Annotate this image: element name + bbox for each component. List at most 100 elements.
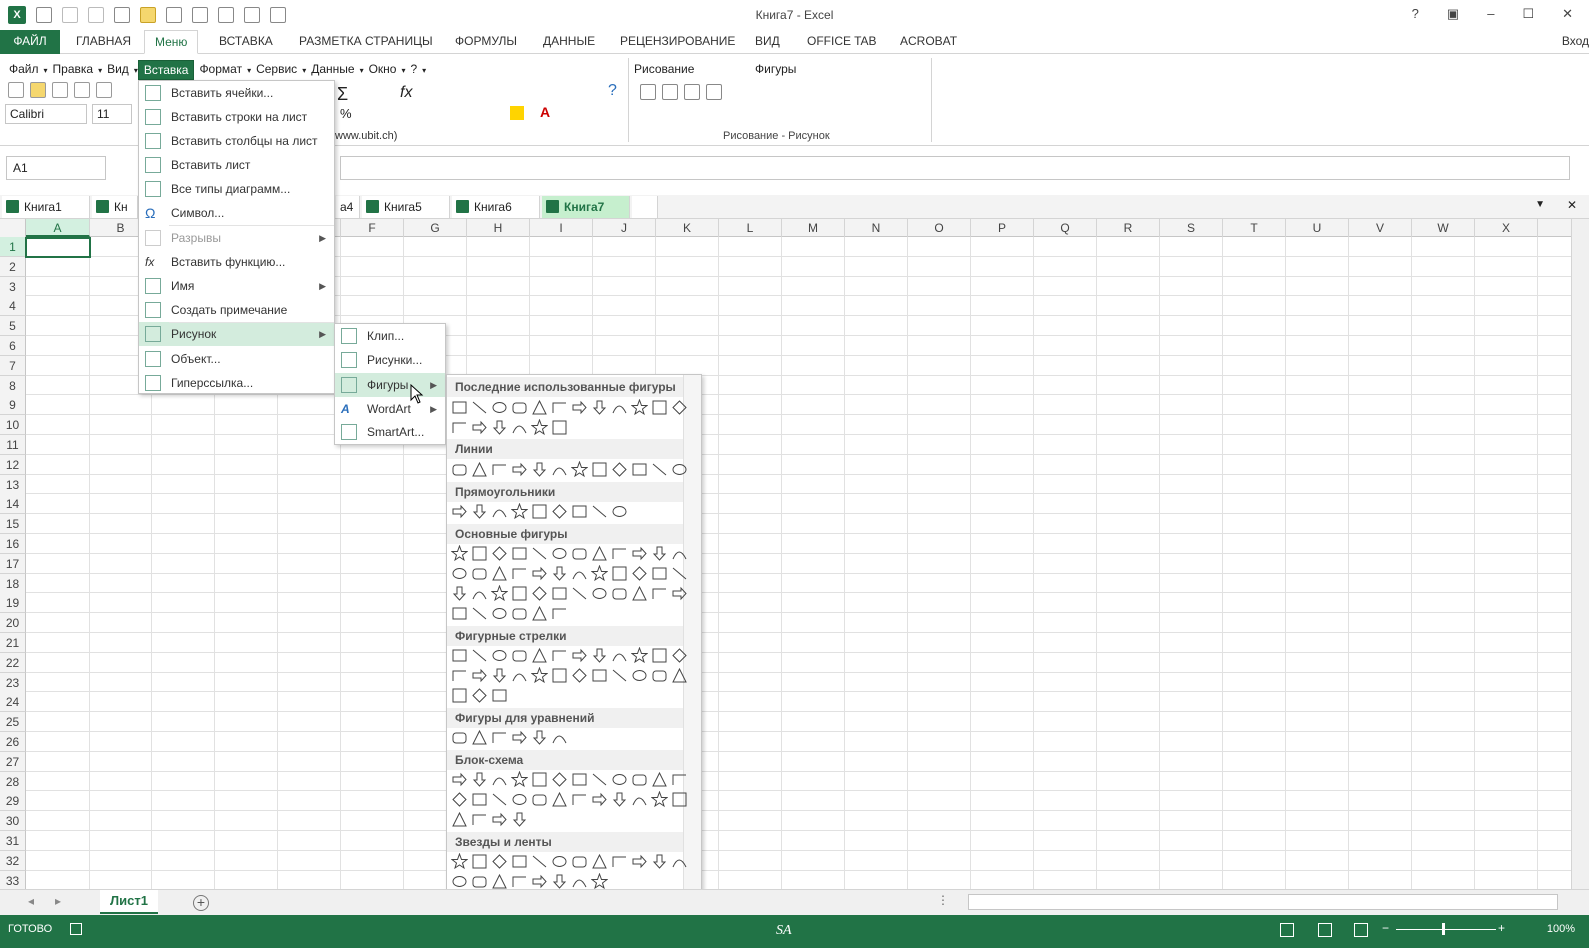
tab-review[interactable]: РЕЦЕНЗИРОВАНИЕ	[610, 30, 745, 54]
shape-option-icon[interactable]	[531, 605, 548, 622]
shape-option-icon[interactable]	[611, 667, 628, 684]
fill-color-icon[interactable]	[510, 106, 524, 120]
column-header[interactable]: T	[1223, 219, 1286, 237]
close-icon[interactable]: ✕	[1562, 6, 1573, 22]
shape-option-icon[interactable]	[571, 873, 588, 890]
tab-formulas[interactable]: ФОРМУЛЫ	[445, 30, 527, 54]
row-header[interactable]: 33	[0, 870, 26, 889]
column-header[interactable]: A	[26, 219, 90, 237]
row-header[interactable]: 10	[0, 415, 26, 436]
shape-option-icon[interactable]	[591, 503, 608, 520]
shape-option-icon[interactable]	[511, 791, 528, 808]
shape-option-icon[interactable]	[511, 419, 528, 436]
horizontal-scrollbar[interactable]	[968, 894, 1558, 910]
shape-option-icon[interactable]	[611, 461, 628, 478]
menu-edit[interactable]: Правка	[48, 60, 99, 80]
shape-option-icon[interactable]	[491, 545, 508, 562]
shape-option-icon[interactable]	[551, 873, 568, 890]
row-header[interactable]: 22	[0, 652, 26, 673]
row-header[interactable]: 30	[0, 811, 26, 832]
insert-function-item[interactable]: fx Вставить функцию...	[139, 250, 334, 274]
shape-option-icon[interactable]	[491, 687, 508, 704]
shape-option-icon[interactable]	[451, 771, 468, 788]
shape-option-icon[interactable]	[651, 853, 668, 870]
zoom-out-icon[interactable]: −	[1382, 921, 1389, 935]
autosum-icon[interactable]: Σ	[337, 84, 348, 105]
hyperlink-item[interactable]: Гиперссылка...	[139, 371, 334, 395]
shape-option-icon[interactable]	[611, 399, 628, 416]
shape-option-icon[interactable]	[651, 461, 668, 478]
shadow-tool-icon[interactable]	[706, 84, 722, 100]
zoom-level[interactable]: 100%	[1547, 923, 1575, 935]
page-layout-view-icon[interactable]	[1318, 923, 1332, 937]
shape-option-icon[interactable]	[571, 545, 588, 562]
pictures-item[interactable]: Рисунки...	[335, 348, 445, 372]
row-header[interactable]: 5	[0, 316, 26, 337]
shape-option-icon[interactable]	[511, 605, 528, 622]
save-small-icon[interactable]	[52, 82, 68, 98]
shape-option-icon[interactable]	[471, 853, 488, 870]
split-handle-icon[interactable]: ⋮	[937, 893, 949, 907]
shape-option-icon[interactable]	[471, 399, 488, 416]
menu-data[interactable]: Данные	[306, 60, 359, 80]
shape-option-icon[interactable]	[650, 790, 669, 808]
column-header[interactable]: V	[1349, 219, 1412, 237]
menu-format[interactable]: Формат	[194, 60, 247, 80]
ribbon-display-icon[interactable]: ▣	[1447, 6, 1459, 22]
shape-option-icon[interactable]	[491, 853, 508, 870]
all-charts-item[interactable]: Все типы диаграмм...	[139, 177, 334, 201]
shape-option-icon[interactable]	[651, 771, 668, 788]
shape-option-icon[interactable]	[671, 565, 688, 582]
column-header[interactable]: F	[341, 219, 404, 237]
shape-option-icon[interactable]	[651, 667, 668, 684]
shape-option-icon[interactable]	[491, 565, 508, 582]
row-header[interactable]: 28	[0, 771, 26, 792]
help-icon[interactable]: ?	[1412, 6, 1419, 22]
shape-option-icon[interactable]	[511, 647, 528, 664]
shape-option-icon[interactable]	[551, 729, 568, 746]
shape-option-icon[interactable]	[551, 419, 568, 436]
shape-option-icon[interactable]	[571, 585, 588, 602]
row-header[interactable]: 7	[0, 355, 26, 376]
shape-option-icon[interactable]	[611, 853, 628, 870]
object-item[interactable]: Объект...	[139, 347, 334, 371]
shape-option-icon[interactable]	[551, 585, 568, 602]
row-header[interactable]: 21	[0, 633, 26, 653]
shape-option-icon[interactable]	[671, 853, 688, 870]
macro-record-icon[interactable]	[70, 923, 82, 935]
align-tool-icon[interactable]	[662, 84, 678, 100]
shape-option-icon[interactable]	[451, 667, 468, 684]
shape-option-icon[interactable]	[471, 811, 488, 828]
zoom-slider[interactable]	[1396, 929, 1496, 930]
shape-option-icon[interactable]	[471, 873, 488, 890]
row-header[interactable]: 1	[0, 237, 26, 257]
shape-option-icon[interactable]	[451, 791, 468, 808]
tab-file[interactable]: ФАЙЛ	[0, 30, 60, 54]
insert-sheet-item[interactable]: Вставить лист	[139, 153, 334, 177]
symbol-item[interactable]: Ω Символ...	[139, 201, 334, 225]
shape-option-icon[interactable]	[570, 460, 589, 478]
shape-option-icon[interactable]	[531, 647, 548, 664]
row-header[interactable]: 32	[0, 850, 26, 871]
sheet-tab-active[interactable]: Лист1	[100, 890, 158, 914]
column-header[interactable]: Q	[1034, 219, 1097, 237]
row-header[interactable]: 27	[0, 751, 26, 772]
row-header[interactable]: 13	[0, 474, 26, 495]
function-icon[interactable]: fx	[400, 84, 412, 102]
font-size-select[interactable]: 11	[92, 104, 132, 124]
shape-option-icon[interactable]	[551, 565, 568, 582]
shape-option-icon[interactable]	[571, 853, 588, 870]
column-header[interactable]: R	[1097, 219, 1160, 237]
zoom-slider-thumb[interactable]	[1442, 923, 1445, 935]
shapes-dropdown[interactable]: Фигуры	[755, 62, 796, 76]
shape-option-icon[interactable]	[471, 647, 488, 664]
shape-option-icon[interactable]	[551, 791, 568, 808]
column-header[interactable]: K	[656, 219, 719, 237]
shape-option-icon[interactable]	[571, 667, 588, 684]
shape-option-icon[interactable]	[491, 771, 508, 788]
minimize-icon[interactable]: –	[1487, 6, 1494, 22]
wordart-item[interactable]: A WordArt ▶	[335, 397, 445, 421]
row-header[interactable]: 14	[0, 494, 26, 515]
shape-option-icon[interactable]	[551, 545, 568, 562]
shape-option-icon[interactable]	[531, 503, 548, 520]
